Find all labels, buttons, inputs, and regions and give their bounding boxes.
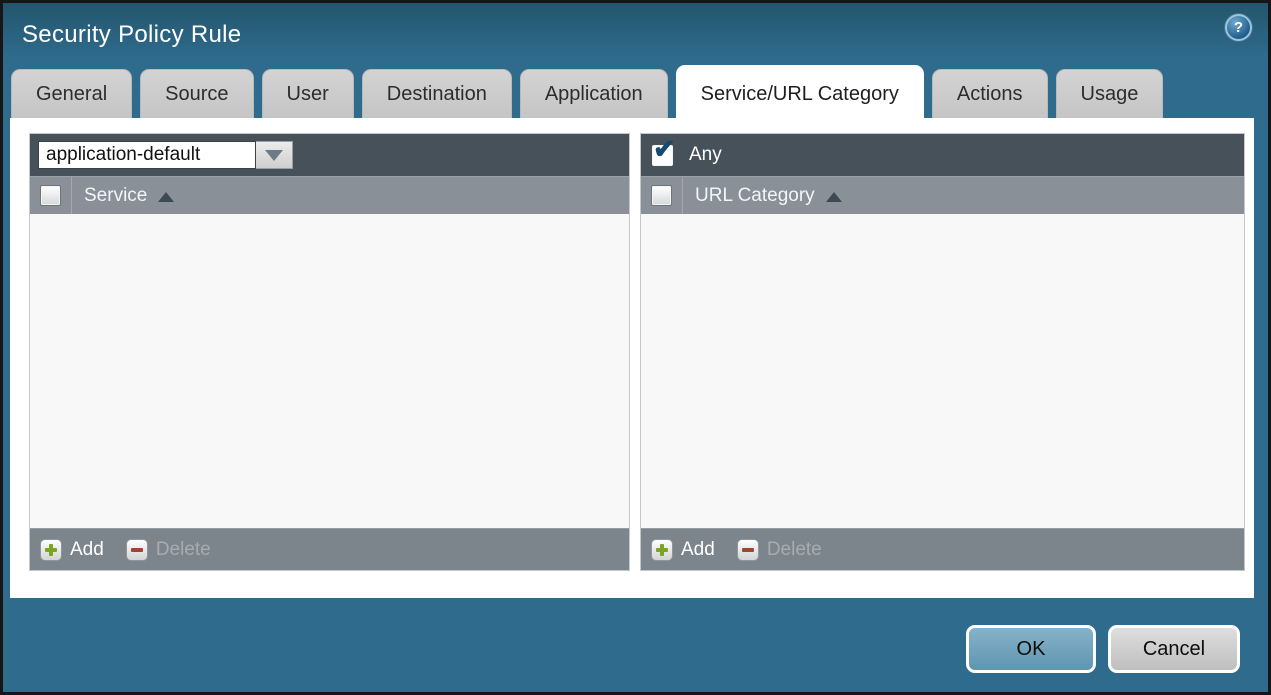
url-category-column-header[interactable]: URL Category [683, 185, 842, 207]
plus-icon [651, 538, 673, 561]
delete-button-label: Delete [766, 538, 822, 560]
url-category-table-header: URL Category [641, 176, 1244, 214]
tab-general[interactable]: General [11, 69, 133, 118]
tab-usage[interactable]: Usage [1055, 69, 1164, 118]
add-button-label: Add [681, 538, 715, 560]
service-type-combobox [38, 141, 293, 169]
service-header-checkbox-cell [30, 177, 72, 214]
ok-button[interactable]: OK [966, 625, 1096, 673]
tab-bar: General Source User Destination Applicat… [11, 65, 1171, 123]
tab-content-area: Service Add Delete ✔ [10, 118, 1254, 598]
tab-user[interactable]: User [261, 69, 354, 118]
url-category-header-checkbox-cell [641, 177, 683, 214]
service-panel-toolbar [30, 134, 629, 176]
service-table-body[interactable] [30, 214, 629, 528]
service-column-label: Service [84, 184, 148, 206]
service-type-dropdown-button[interactable] [256, 141, 293, 169]
url-category-delete-button[interactable]: Delete [736, 538, 822, 561]
minus-icon [736, 538, 759, 561]
cancel-button[interactable]: Cancel [1108, 625, 1240, 673]
service-type-input[interactable] [38, 141, 256, 169]
dialog-title: Security Policy Rule [22, 20, 242, 48]
tab-actions[interactable]: Actions [931, 69, 1048, 118]
security-policy-rule-dialog: Security Policy Rule ? General Source Us… [0, 0, 1271, 695]
url-category-any-checkbox[interactable]: ✔ [651, 135, 676, 167]
tab-destination[interactable]: Destination [361, 69, 512, 118]
url-category-add-button[interactable]: Add [651, 538, 715, 561]
url-category-any-bar: ✔ Any [641, 134, 1244, 176]
service-panel: Service Add Delete [29, 133, 630, 571]
plus-icon [40, 538, 62, 561]
service-select-all-checkbox[interactable] [40, 185, 61, 206]
help-icon[interactable]: ? [1225, 14, 1252, 41]
service-column-header[interactable]: Service [72, 184, 175, 207]
delete-button-label: Delete [155, 538, 211, 560]
url-category-select-all-checkbox[interactable] [651, 185, 672, 206]
tab-application[interactable]: Application [519, 69, 668, 118]
minus-icon [125, 538, 148, 561]
tab-source[interactable]: Source [140, 69, 254, 118]
any-label: Any [689, 144, 722, 165]
add-button-label: Add [70, 538, 104, 560]
url-category-panel: ✔ Any URL Category Add Delete [640, 133, 1245, 571]
service-delete-button[interactable]: Delete [125, 538, 211, 561]
service-table-header: Service [30, 176, 629, 214]
dialog-titlebar: Security Policy Rule ? [3, 3, 1268, 66]
url-category-panel-footer: Add Delete [641, 528, 1244, 570]
help-icon-glyph: ? [1233, 19, 1244, 36]
checkmark-icon: ✔ [653, 133, 676, 164]
url-category-column-label: URL Category [695, 184, 815, 206]
sort-ascending-icon [158, 191, 175, 202]
sort-ascending-icon [825, 191, 842, 202]
chevron-down-icon [265, 149, 283, 161]
url-category-table-body[interactable] [641, 214, 1244, 528]
service-add-button[interactable]: Add [40, 538, 104, 561]
tab-service-url-category[interactable]: Service/URL Category [675, 65, 924, 123]
service-panel-footer: Add Delete [30, 528, 629, 570]
